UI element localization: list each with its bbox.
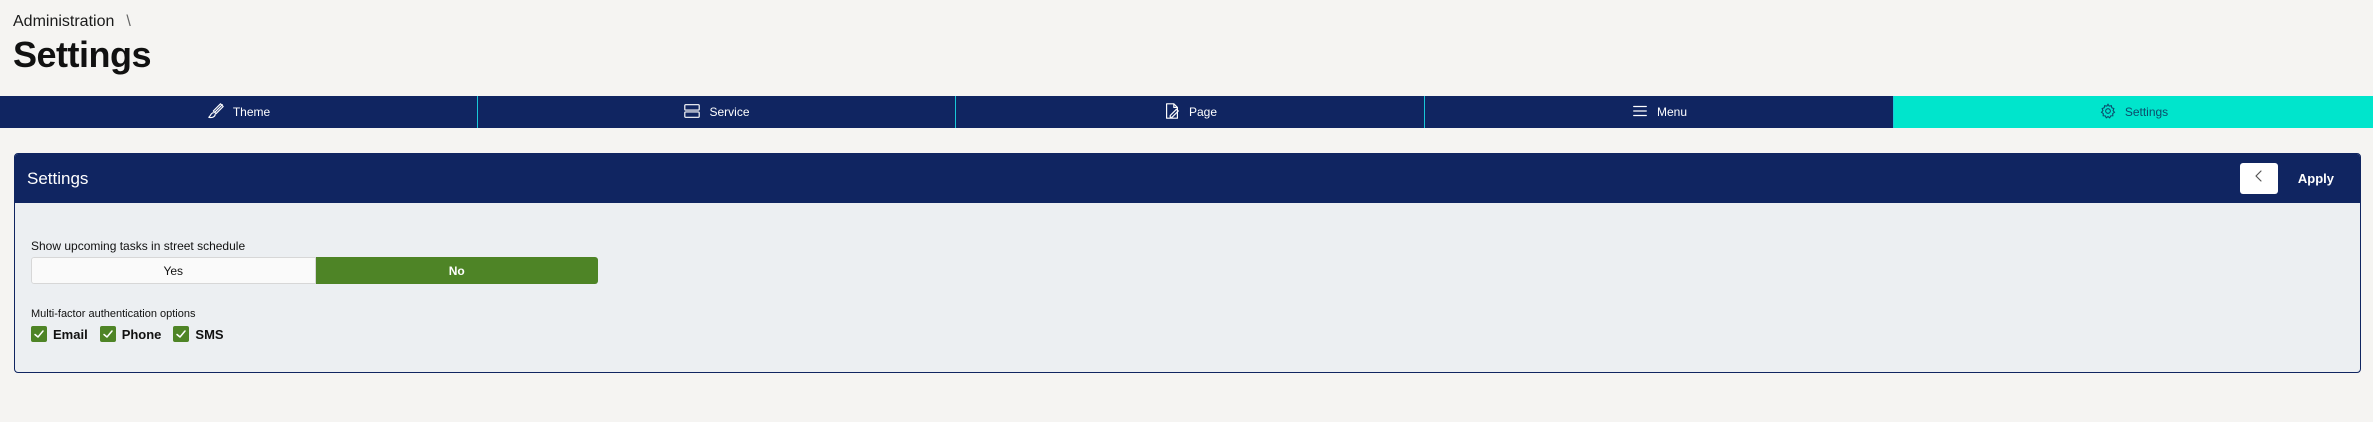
tab-theme[interactable]: Theme	[0, 96, 478, 128]
mfa-setting: Multi-factor authentication options Emai…	[31, 308, 2344, 342]
tab-settings[interactable]: Settings	[1894, 96, 2373, 128]
apply-button[interactable]: Apply	[2284, 163, 2348, 194]
server-icon	[683, 102, 701, 123]
mfa-options: Email Phone SMS	[31, 326, 2344, 342]
phone-checkbox[interactable]: Phone	[99, 326, 162, 342]
tab-service[interactable]: Service	[478, 96, 956, 128]
street-schedule-setting: Show upcoming tasks in street schedule Y…	[31, 239, 2344, 284]
back-button[interactable]	[2239, 163, 2278, 194]
tab-service-label: Service	[709, 105, 750, 119]
menu-icon	[1631, 102, 1649, 123]
panel-header: Settings Apply	[15, 154, 2360, 203]
panel-body: Show upcoming tasks in street schedule Y…	[15, 203, 2360, 342]
checkmark-icon	[31, 326, 47, 342]
settings-panel: Settings Apply Show upcoming tasks in st…	[14, 153, 2361, 373]
tab-settings-label: Settings	[2124, 105, 2169, 119]
email-checkbox[interactable]: Email	[31, 326, 88, 342]
checkmark-icon	[99, 326, 116, 342]
checkmark-icon	[173, 326, 190, 342]
yes-option[interactable]: Yes	[31, 257, 316, 284]
street-schedule-label: Show upcoming tasks in street schedule	[31, 239, 246, 253]
tab-bar: Theme Service Page Menu Settings	[0, 96, 2373, 128]
breadcrumb-separator: \	[126, 13, 131, 30]
brush-icon	[207, 102, 225, 123]
mfa-label: Multi-factor authentication options	[31, 308, 196, 320]
header-actions: Apply	[2239, 163, 2348, 194]
tab-page-label: Page	[1188, 105, 1218, 119]
page-edit-icon	[1163, 102, 1181, 123]
tab-page[interactable]: Page	[956, 96, 1425, 128]
tab-theme-label: Theme	[232, 105, 271, 119]
panel-title: Settings	[27, 168, 89, 188]
street-schedule-toggle: Yes No	[31, 257, 598, 284]
email-label: Email	[53, 326, 88, 342]
breadcrumb: Administration \	[13, 13, 131, 31]
gear-icon	[2099, 102, 2117, 123]
breadcrumb-administration-link[interactable]: Administration	[13, 13, 114, 31]
sms-label: SMS	[195, 326, 224, 342]
phone-label: Phone	[121, 326, 162, 342]
tab-menu-label: Menu	[1656, 105, 1688, 119]
chevron-left-icon	[2252, 169, 2266, 188]
page-title: Settings	[13, 34, 152, 75]
sms-checkbox[interactable]: SMS	[173, 326, 224, 342]
no-option[interactable]: No	[315, 257, 598, 284]
tab-menu[interactable]: Menu	[1425, 96, 1894, 128]
